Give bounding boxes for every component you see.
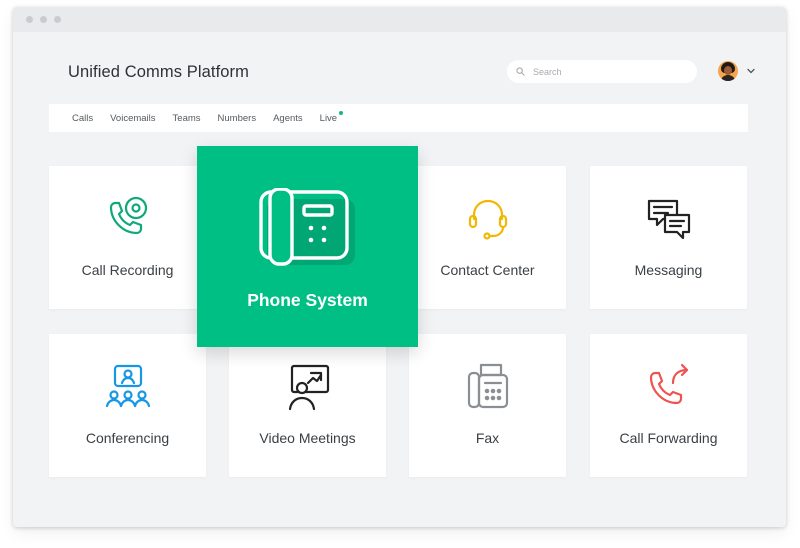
main-nav: Calls Voicemails Teams Numbers Agents Li… bbox=[49, 104, 748, 132]
app-window: Unified Comms Platform Calls Voicemails … bbox=[13, 7, 786, 527]
window-close-dot[interactable] bbox=[26, 16, 33, 23]
page-title: Unified Comms Platform bbox=[68, 63, 249, 81]
nav-item-calls[interactable]: Calls bbox=[72, 113, 93, 124]
chat-bubbles-icon bbox=[647, 199, 690, 240]
tile-call-forwarding[interactable]: Call Forwarding bbox=[590, 334, 747, 477]
tile-fax[interactable]: Fax bbox=[409, 334, 566, 477]
nav-item-teams[interactable]: Teams bbox=[173, 113, 201, 124]
search-icon bbox=[516, 67, 525, 76]
tile-label: Phone System bbox=[247, 290, 368, 310]
tile-call-recording[interactable]: Call Recording bbox=[49, 166, 206, 309]
conference-icon bbox=[105, 364, 150, 408]
tile-video-meetings[interactable]: Video Meetings bbox=[229, 334, 386, 477]
tile-label: Fax bbox=[475, 430, 500, 446]
search-input[interactable] bbox=[533, 66, 683, 77]
fax-icon bbox=[467, 363, 508, 409]
window-maximize-dot[interactable] bbox=[54, 16, 61, 23]
nav-item-live-label: Live bbox=[319, 112, 338, 124]
tile-label: Call Recording bbox=[81, 262, 174, 278]
presentation-icon bbox=[288, 364, 329, 411]
nav-item-numbers[interactable]: Numbers bbox=[218, 113, 257, 124]
tile-phone-system[interactable]: Phone System bbox=[197, 146, 418, 347]
tile-label: Call Forwarding bbox=[619, 430, 718, 446]
window-titlebar bbox=[13, 7, 786, 32]
live-indicator-dot bbox=[339, 110, 344, 115]
tile-conferencing[interactable]: Conferencing bbox=[49, 334, 206, 477]
nav-item-voicemails[interactable]: Voicemails bbox=[110, 113, 155, 124]
nav-item-live[interactable]: Live bbox=[319, 110, 344, 124]
tile-label: Messaging bbox=[634, 262, 703, 278]
chevron-down-icon[interactable] bbox=[746, 66, 756, 76]
tile-contact-center[interactable]: Contact Center bbox=[409, 166, 566, 309]
desk-phone-icon bbox=[259, 188, 355, 266]
phone-record-icon bbox=[109, 196, 147, 235]
user-avatar[interactable] bbox=[718, 61, 738, 81]
window-minimize-dot[interactable] bbox=[40, 16, 47, 23]
tile-label: Contact Center bbox=[440, 262, 535, 278]
search-box[interactable] bbox=[507, 60, 697, 83]
tile-label: Video Meetings bbox=[259, 430, 356, 446]
forward-call-icon bbox=[649, 363, 688, 405]
headset-icon bbox=[468, 199, 507, 240]
nav-item-agents[interactable]: Agents bbox=[273, 113, 303, 124]
tile-messaging[interactable]: Messaging bbox=[590, 166, 747, 309]
tile-label: Conferencing bbox=[85, 430, 170, 446]
